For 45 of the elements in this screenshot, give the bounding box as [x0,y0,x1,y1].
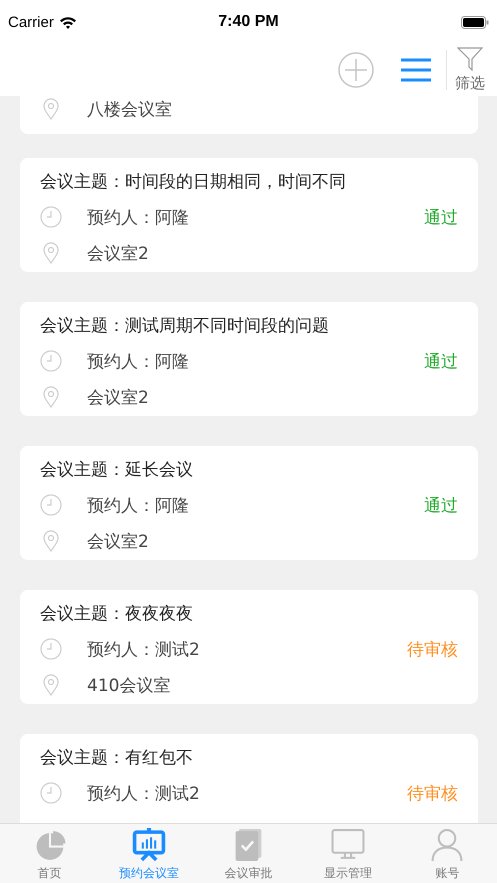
tab-item[interactable]: 账号 [398,824,497,883]
meeting-card[interactable]: 会议主题：延长会议 预约人：阿隆 通过 会议室2 [20,446,478,560]
clock-icon [40,782,62,804]
tab-item[interactable]: 显示管理 [298,824,398,883]
meeting-card[interactable]: 会议主题：测试周期不同时间段的问题 预约人：阿隆 通过 会议室2 [20,302,478,416]
booker-name: 预约人：阿隆 [87,494,189,516]
monitor-icon [330,828,365,862]
tab-item[interactable]: 首页 [0,824,100,883]
menu-button[interactable] [400,58,432,82]
booker-name: 预约人：测试2 [87,782,200,804]
meeting-topic: 会议主题：有红包不 [40,747,194,770]
status-text: 待审核 [407,782,458,804]
add-button[interactable] [338,52,374,88]
clock-icon [40,350,62,372]
clock-icon [40,206,62,228]
tab-item[interactable]: 会议审批 [198,824,298,883]
meeting-topic: 会议主题：时间段的日期相同，时间不同 [40,171,347,194]
meeting-topic: 会议主题：夜夜夜夜 [40,603,194,626]
person-icon [430,828,464,862]
room-name: 八楼会议室 [87,98,172,120]
status-text: 通过 [424,494,458,516]
room-name: 410会议室 [87,674,170,696]
carrier-name: Carrier [8,14,54,30]
booker-name: 预约人：阿隆 [87,206,189,228]
meeting-card[interactable]: 八楼会议室 [20,96,478,134]
clock-time: 7:40 PM [218,13,279,31]
clock-icon [40,638,62,660]
filter-button[interactable]: 筛选 [455,47,485,93]
wifi-icon [58,16,77,28]
room-name: 会议室2 [87,386,149,408]
status-text: 待审核 [407,638,458,660]
clock-icon [40,494,62,516]
booker-name: 预约人：测试2 [87,638,200,660]
battery-icon [461,16,489,28]
meeting-card[interactable]: 会议主题：时间段的日期相同，时间不同 预约人：阿隆 通过 会议室2 [20,158,478,272]
meeting-card[interactable]: 会议主题：有红包不 预约人：测试2 待审核 [20,734,478,823]
room-name: 会议室2 [87,242,149,264]
meeting-card[interactable]: 会议主题：夜夜夜夜 预约人：测试2 待审核 410会议室 [20,590,478,704]
meeting-topic: 会议主题：延长会议 [40,459,194,482]
status-text: 通过 [424,350,458,372]
booker-name: 预约人：阿隆 [87,350,189,372]
presentation-board-icon [132,828,166,862]
status-text: 通过 [424,206,458,228]
meeting-topic: 会议主题：测试周期不同时间段的问题 [40,315,330,338]
room-name: 会议室2 [87,530,149,552]
